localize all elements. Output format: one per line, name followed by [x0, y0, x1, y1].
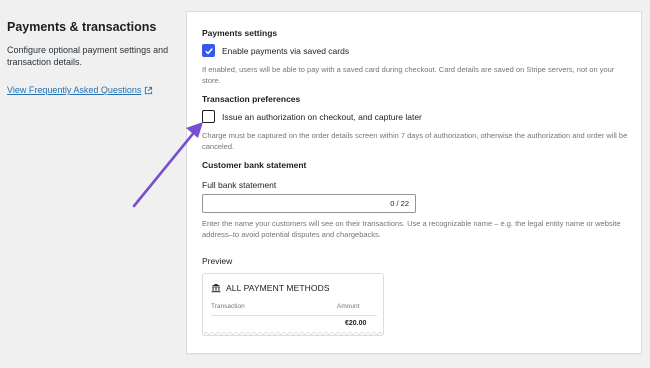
statement-preview: ALL PAYMENT METHODS Transaction Amount €…	[202, 273, 384, 336]
authorize-label: Issue an authorization on checkout, and …	[222, 111, 422, 122]
preview-col-amount: Amount	[337, 303, 360, 310]
payments-settings-title: Payments settings	[202, 28, 278, 38]
faq-link[interactable]: View Frequently Asked Questions	[7, 85, 153, 95]
preview-heading: ALL PAYMENT METHODS	[226, 283, 330, 293]
preview-label: Preview	[202, 256, 233, 266]
preview-divider	[211, 315, 377, 316]
bank-statement-title: Customer bank statement	[202, 160, 307, 170]
section-intro: Payments & transactions Configure option…	[7, 20, 175, 98]
saved-cards-help: If enabled, users will be able to pay wi…	[202, 65, 615, 85]
section-title: Payments & transactions	[7, 20, 157, 34]
saved-cards-checkbox[interactable]	[202, 44, 215, 57]
saved-cards-label: Enable payments via saved cards	[222, 45, 350, 56]
checkmark-icon	[204, 47, 213, 54]
bank-statement-label: Full bank statement	[202, 180, 277, 190]
section-description: Configure optional payment settings and …	[7, 45, 169, 67]
authorize-help: Charge must be captured on the order det…	[202, 131, 628, 151]
bank-statement-help: Enter the name your customers will see o…	[202, 219, 621, 239]
authorize-option[interactable]: Issue an authorization on checkout, and …	[202, 110, 422, 123]
external-link-icon	[145, 86, 153, 94]
bank-statement-input[interactable]: 0 / 22	[202, 194, 416, 213]
transaction-preferences-title: Transaction preferences	[202, 94, 301, 104]
settings-card: Payments settings Enable payments via sa…	[186, 11, 642, 354]
preview-amount: €20.00	[345, 320, 367, 327]
character-counter: 0 / 22	[390, 199, 409, 208]
authorize-checkbox[interactable]	[202, 110, 215, 123]
preview-col-transaction: Transaction	[211, 303, 245, 310]
faq-link-label: View Frequently Asked Questions	[7, 85, 142, 95]
saved-cards-option[interactable]: Enable payments via saved cards	[202, 44, 349, 57]
bank-icon	[211, 283, 221, 293]
receipt-edge	[203, 331, 383, 335]
